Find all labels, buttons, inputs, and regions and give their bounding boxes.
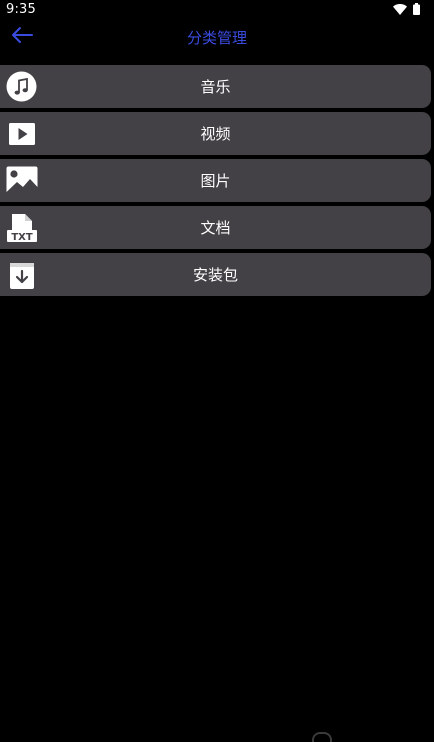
page-title: 分类管理 xyxy=(186,29,247,47)
status-time: 9:35 xyxy=(6,2,36,17)
category-label: 音乐 xyxy=(200,78,231,96)
wifi-icon xyxy=(393,0,407,19)
category-item-video[interactable]: 视频 xyxy=(0,112,431,155)
category-item-document[interactable]: TXT 文档 xyxy=(0,206,431,249)
category-item-music[interactable]: 音乐 xyxy=(0,65,431,108)
battery-icon xyxy=(413,0,420,19)
category-label: 图片 xyxy=(200,172,231,190)
category-list: 音乐 视频 图片 TXT 文档 安装包 xyxy=(0,65,431,300)
app-bar: 分类管理 xyxy=(0,20,434,54)
status-bar: 9:35 xyxy=(0,0,434,20)
status-icons xyxy=(393,2,420,15)
home-indicator xyxy=(312,732,332,742)
category-label: 文档 xyxy=(200,219,231,237)
category-item-package[interactable]: 安装包 xyxy=(0,253,431,296)
category-label: 视频 xyxy=(200,125,231,143)
category-label: 安装包 xyxy=(192,266,238,284)
category-item-image[interactable]: 图片 xyxy=(0,159,431,202)
